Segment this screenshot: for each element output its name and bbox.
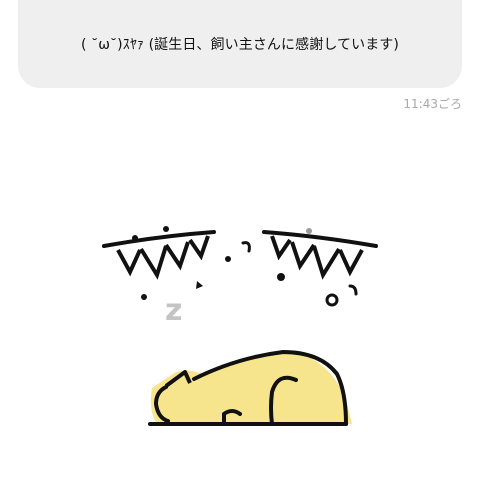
right-eye-lashes — [225, 228, 378, 307]
chat-screen: ( ˘ω˘)ｽﾔｧ (誕生日、飼い主さんに感謝しています) 11:43ごろ z — [0, 0, 480, 480]
svg-text:z: z — [165, 293, 182, 328]
sleeping-cat-sticker[interactable]: z — [0, 0, 480, 480]
sleep-z-icon: z — [165, 293, 182, 328]
left-eye-lashes — [102, 226, 216, 300]
sleeping-cat-icon — [148, 349, 352, 426]
